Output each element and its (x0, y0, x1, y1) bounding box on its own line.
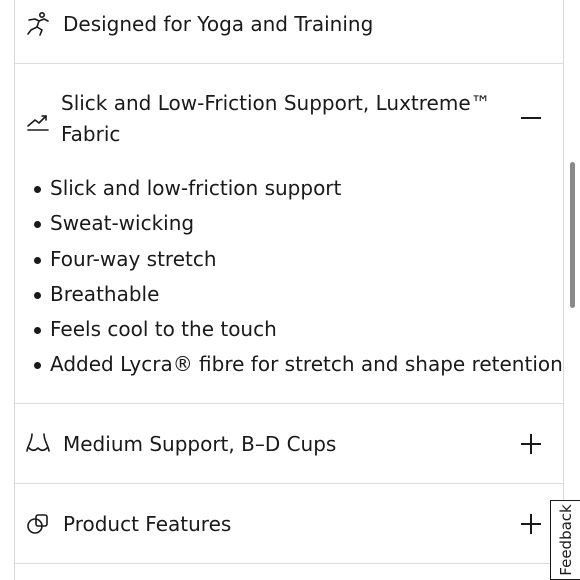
divider (15, 483, 563, 484)
feature-item: Breathable (33, 277, 563, 312)
fabric-title-line2: Fabric (61, 122, 121, 146)
support-title: Medium Support, B–D Cups (63, 432, 337, 456)
feature-item: Four-way stretch (33, 242, 563, 277)
divider (15, 403, 563, 404)
feedback-button[interactable]: Feedback (550, 500, 580, 580)
feedback-label: Feedback (556, 504, 575, 576)
product-details-accordion: Designed for Yoga and Training Slick and… (14, 0, 564, 580)
feature-item: Sweat-wicking (33, 206, 563, 241)
feature-item: Slick and low-friction support (33, 171, 563, 206)
scrollbar-thumb[interactable] (570, 162, 575, 308)
designed-for-title: Designed for Yoga and Training (63, 12, 374, 36)
expand-toggle-plus-icon[interactable] (517, 430, 545, 458)
divider (15, 63, 563, 64)
feature-list: Slick and low-friction support Sweat-wic… (33, 171, 563, 383)
divider (15, 563, 563, 564)
feature-item: Feels cool to the touch (33, 312, 563, 347)
yoga-pose-icon (27, 11, 49, 36)
product-features-title: Product Features (63, 512, 232, 536)
expand-toggle-plus-icon[interactable] (517, 510, 545, 538)
feature-item: Added Lycra® fibre for stretch and shape… (33, 347, 563, 382)
bra-support-icon (26, 433, 50, 452)
fabric-title-line1: Slick and Low-Friction Support, Luxtreme… (61, 91, 491, 115)
product-features-icon (27, 514, 48, 534)
collapse-toggle-minus-icon[interactable] (517, 104, 545, 132)
fabric-slide-icon (27, 115, 49, 131)
